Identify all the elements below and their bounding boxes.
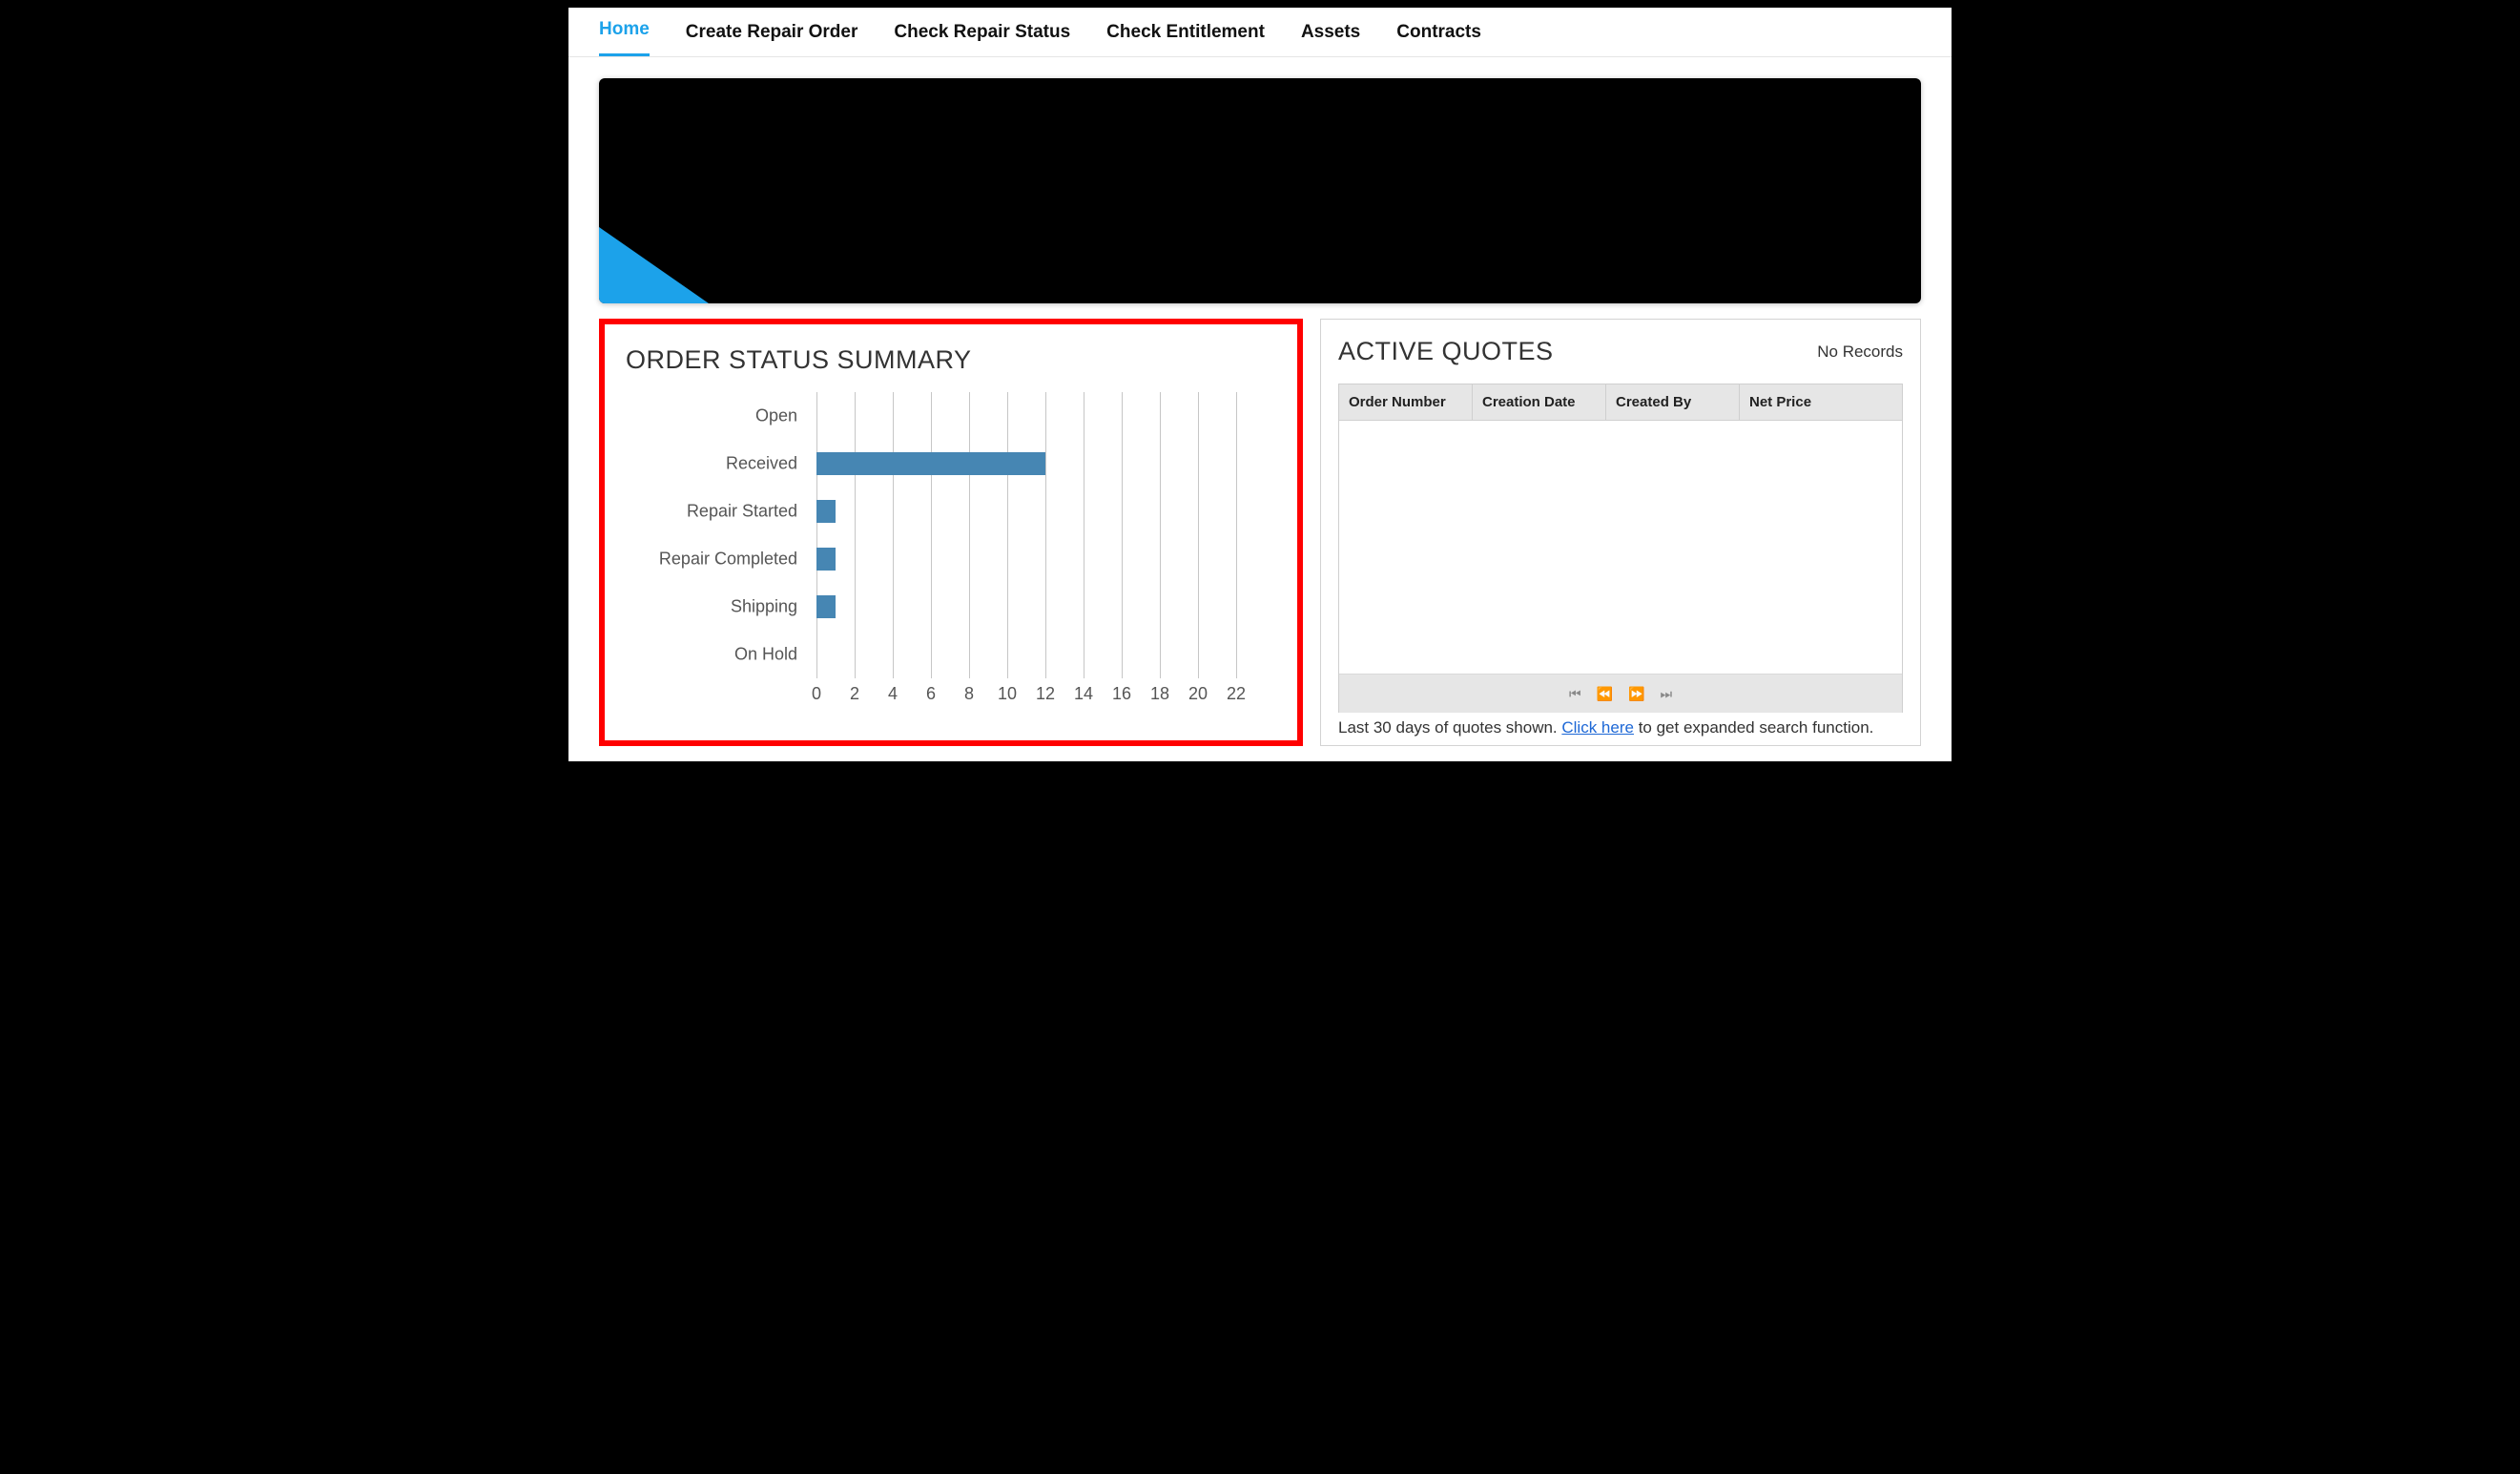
pager-prev-icon[interactable]: ⏪ <box>1597 686 1613 702</box>
x-tick-label: 18 <box>1150 684 1169 704</box>
gridline <box>1160 392 1161 678</box>
pager-next-icon[interactable]: ⏩ <box>1628 686 1644 702</box>
x-tick-label: 2 <box>850 684 859 704</box>
quotes-table-header: Order Number Creation Date Created By Ne… <box>1339 384 1902 421</box>
x-tick-label: 8 <box>964 684 974 704</box>
bar-label: On Hold <box>626 645 797 665</box>
nav-check-entitlement[interactable]: Check Entitlement <box>1106 22 1265 56</box>
bar-label: Received <box>626 454 797 474</box>
pager-first-icon[interactable]: ⏮ <box>1569 686 1581 702</box>
col-creation-date[interactable]: Creation Date <box>1473 384 1606 421</box>
quotes-footnote-link[interactable]: Click here <box>1561 718 1634 737</box>
x-tick-label: 16 <box>1112 684 1131 704</box>
x-tick-label: 20 <box>1188 684 1208 704</box>
col-order-number[interactable]: Order Number <box>1339 384 1473 421</box>
gridline <box>893 392 894 678</box>
hero-banner <box>599 78 1921 303</box>
bar-row: Repair Completed <box>816 548 836 571</box>
col-created-by[interactable]: Created By <box>1606 384 1740 421</box>
quotes-pager: ⏮ ⏪ ⏩ ⏭ <box>1339 674 1902 713</box>
x-tick-label: 4 <box>888 684 898 704</box>
order-status-summary-card: ORDER STATUS SUMMARY Open Received Repair … <box>599 319 1303 746</box>
x-tick-label: 12 <box>1036 684 1055 704</box>
bar-label: Shipping <box>626 597 797 617</box>
nav-contracts[interactable]: Contracts <box>1396 22 1481 56</box>
x-tick-label: 0 <box>812 684 821 704</box>
hero-accent-triangle <box>599 227 709 303</box>
quotes-table-body <box>1339 421 1902 674</box>
nav-home[interactable]: Home <box>599 19 650 56</box>
gridline <box>1007 392 1008 678</box>
nav-create-repair-order[interactable]: Create Repair Order <box>686 22 858 56</box>
quotes-footnote-suffix: to get expanded search function. <box>1634 718 1873 737</box>
gridline <box>1045 392 1046 678</box>
order-status-chart: OpenReceivedRepair StartedRepair Complet… <box>816 392 1276 688</box>
pager-last-icon[interactable]: ⏭ <box>1660 686 1672 702</box>
active-quotes-title: ACTIVE QUOTES <box>1338 337 1554 366</box>
bar <box>816 500 836 523</box>
active-quotes-no-records: No Records <box>1817 343 1903 362</box>
bar <box>816 548 836 571</box>
gridline <box>931 392 932 678</box>
gridline <box>855 392 856 678</box>
bar-label: Repair Completed <box>626 550 797 570</box>
col-net-price[interactable]: Net Price <box>1740 384 1902 421</box>
bar <box>816 452 1045 475</box>
active-quotes-card: ACTIVE QUOTES No Records Order Number Cr… <box>1320 319 1921 746</box>
bar-row: Repair Started <box>816 500 836 523</box>
bar-row: Shipping <box>816 595 836 618</box>
bar <box>816 595 836 618</box>
top-nav: Home Create Repair Order Check Repair St… <box>568 8 1952 57</box>
quotes-table: Order Number Creation Date Created By Ne… <box>1338 384 1903 713</box>
bar-label: Repair Started <box>626 502 797 522</box>
gridline <box>969 392 970 678</box>
nav-assets[interactable]: Assets <box>1301 22 1360 56</box>
gridline <box>1198 392 1199 678</box>
x-tick-label: 22 <box>1227 684 1246 704</box>
nav-check-repair-status[interactable]: Check Repair Status <box>894 22 1070 56</box>
gridline <box>816 392 817 678</box>
gridline <box>1236 392 1237 678</box>
x-tick-label: 14 <box>1074 684 1093 704</box>
x-tick-label: 6 <box>926 684 936 704</box>
bar-row: Received <box>816 452 1045 475</box>
quotes-footnote-prefix: Last 30 days of quotes shown. <box>1338 718 1561 737</box>
bar-label: Open <box>626 406 797 426</box>
gridline <box>1122 392 1123 678</box>
order-status-summary-title: ORDER STATUS SUMMARY <box>626 345 1276 375</box>
quotes-footnote: Last 30 days of quotes shown. Click here… <box>1338 718 1903 737</box>
x-tick-label: 10 <box>998 684 1017 704</box>
